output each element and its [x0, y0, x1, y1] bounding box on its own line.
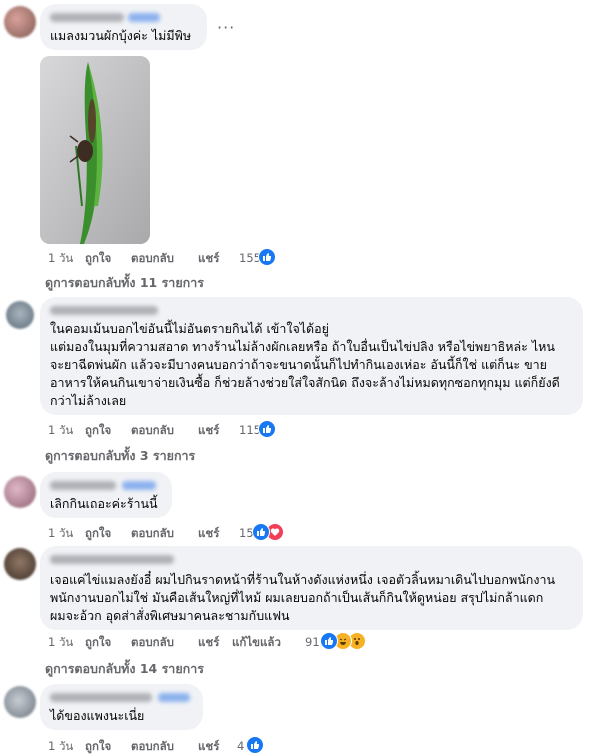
reply-button[interactable]: ตอบกลับ: [131, 524, 174, 542]
author-badge: [158, 693, 190, 702]
comment-actions: 1 วัน ถูกใจ ตอบกลับ แชร์: [48, 737, 308, 755]
comment-text-line: กว่าไม่ล้างเลย: [50, 393, 127, 408]
like-button[interactable]: ถูกใจ: [85, 421, 111, 439]
reply-button[interactable]: ตอบกลับ: [131, 249, 174, 267]
like-icon[interactable]: [252, 523, 270, 541]
avatar[interactable]: [6, 301, 34, 329]
author-name[interactable]: [50, 693, 152, 702]
share-button[interactable]: แชร์: [198, 524, 219, 542]
avatar[interactable]: [4, 6, 36, 38]
comment-text: แมลงมวนผักบุ้งค่ะ ไม่มีพิษ: [50, 28, 192, 43]
like-button[interactable]: ถูกใจ: [85, 737, 111, 755]
comment-text-line: ผมจะอ้วก อุดส่าสั่งพิเศษมาคนละชามกับแฟน: [50, 608, 290, 623]
comment-bubble: ได้ของแพงนะเนี่ย: [40, 684, 203, 730]
author-name[interactable]: [50, 306, 158, 315]
author-badge: [128, 13, 160, 22]
reply-button[interactable]: ตอบกลับ: [131, 737, 174, 755]
comment-text-line: ในคอมเม้นบอกไข่อันนี้ไม่อันตรายกินได้ เข…: [50, 321, 329, 336]
reply-button[interactable]: ตอบกลับ: [131, 633, 174, 651]
author-name[interactable]: [50, 481, 116, 490]
comment-text: ได้ของแพงนะเนี่ย: [50, 708, 145, 723]
comment-bubble: เลิกกินเถอะค่ะร้านนี้: [40, 472, 172, 518]
avatar[interactable]: [4, 548, 36, 580]
reaction-count[interactable]: 4: [237, 737, 244, 755]
timestamp[interactable]: 1 วัน: [48, 421, 73, 439]
share-button[interactable]: แชร์: [198, 249, 219, 267]
author-name[interactable]: [50, 555, 174, 564]
edited-label[interactable]: แก้ไขแล้ว: [232, 633, 281, 651]
comment-bubble: เจอแค่ไข่แมลงยังอี๋ ผมไปกินราดหน้าที่ร้า…: [40, 546, 583, 630]
timestamp[interactable]: 1 วัน: [48, 737, 73, 755]
comment-bubble: แมลงมวนผักบุ้งค่ะ ไม่มีพิษ: [40, 4, 207, 50]
like-button[interactable]: ถูกใจ: [85, 633, 111, 651]
like-icon[interactable]: [320, 632, 338, 650]
reply-button[interactable]: ตอบกลับ: [131, 421, 174, 439]
comment-text-line: จะยาฉีดพ่นผัก แล้วจะมีบางคนบอกว่าถ้าจะขน…: [50, 357, 547, 372]
comment-actions: 1 วัน ถูกใจ ตอบกลับ แชร์ แก้ไขแล้ว: [48, 633, 328, 651]
like-icon[interactable]: [258, 420, 276, 438]
comment-text-line: อาหารให้คนกินเขาจ่ายเงินซื้อ ก็ช่วยล้างช…: [50, 375, 560, 390]
timestamp[interactable]: 1 วัน: [48, 524, 73, 542]
like-icon[interactable]: [258, 248, 276, 266]
timestamp[interactable]: 1 วัน: [48, 633, 73, 651]
view-replies-link[interactable]: ดูการตอบกลับทั้ง 14 รายการ: [45, 659, 204, 679]
comment-text-line: เจอแค่ไข่แมลงยังอี๋ ผมไปกินราดหน้าที่ร้า…: [50, 572, 556, 587]
timestamp[interactable]: 1 วัน: [48, 249, 73, 267]
like-button[interactable]: ถูกใจ: [85, 524, 111, 542]
avatar[interactable]: [4, 686, 36, 718]
avatar[interactable]: [4, 476, 36, 508]
comment-text-line: พนักงานบอกไม่ใช่ มันคือเส้นใหญ่ที่ไหม้ ผ…: [50, 590, 544, 605]
like-icon[interactable]: [246, 736, 264, 754]
reaction-count[interactable]: 91: [305, 633, 320, 651]
author-badge: [122, 481, 156, 490]
share-button[interactable]: แชร์: [198, 633, 219, 651]
share-button[interactable]: แชร์: [198, 737, 219, 755]
more-options-icon[interactable]: ···: [217, 18, 235, 37]
comment-bubble: ในคอมเม้นบอกไข่อันนี้ไม่อันตรายกินได้ เข…: [40, 297, 583, 415]
view-replies-link[interactable]: ดูการตอบกลับทั้ง 11 รายการ: [45, 273, 204, 293]
view-replies-link[interactable]: ดูการตอบกลับทั้ง 3 รายการ: [45, 446, 195, 466]
comment-text: เลิกกินเถอะค่ะร้านนี้: [50, 496, 158, 511]
like-button[interactable]: ถูกใจ: [85, 249, 111, 267]
share-button[interactable]: แชร์: [198, 421, 219, 439]
author-name[interactable]: [50, 13, 124, 22]
comment-text-line: แต่มองในมุมที่ความสอาด ทางร้านไม่ล้างผัก…: [50, 339, 555, 354]
comment-photo[interactable]: [40, 56, 150, 244]
